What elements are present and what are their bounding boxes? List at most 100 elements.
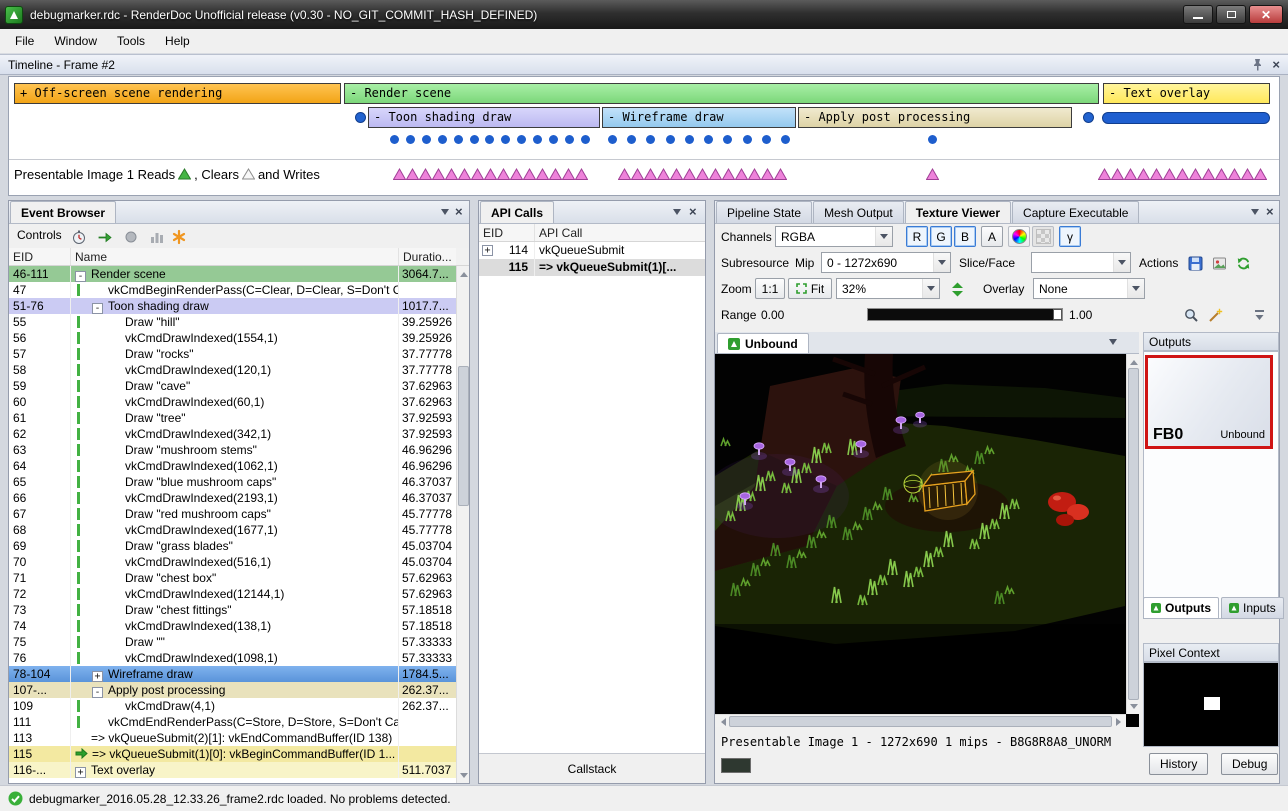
draw-dot[interactable] (438, 135, 447, 144)
table-row[interactable]: 109vkCmdDraw(4,1)262.37... (9, 698, 456, 714)
marker-render-scene[interactable]: - Render scene (344, 83, 1099, 104)
zoom-fit-button[interactable]: Fit (788, 278, 832, 299)
close-button[interactable]: ✕ (1249, 5, 1283, 24)
fb0-thumbnail[interactable]: FB0 Unbound (1145, 355, 1273, 449)
tab-event-browser[interactable]: Event Browser (10, 201, 116, 223)
draw-dot[interactable] (454, 135, 463, 144)
minimize-button[interactable] (1183, 5, 1213, 24)
tab-pipeline-state[interactable]: Pipeline State (716, 201, 812, 223)
table-row[interactable]: 70vkCmdDrawIndexed(516,1)45.03704 (9, 554, 456, 570)
table-row[interactable]: 61Draw "tree"37.92593 (9, 410, 456, 426)
draw-dot[interactable] (355, 112, 366, 123)
channels-dropdown[interactable]: RGBA (775, 226, 893, 247)
table-row[interactable]: 62vkCmdDrawIndexed(342,1)37.92593 (9, 426, 456, 442)
bookmark-circle-icon[interactable] (122, 228, 140, 245)
draw-dot[interactable] (501, 135, 510, 144)
dock-menu-icon[interactable] (673, 209, 681, 219)
table-row[interactable]: 111vkCmdEndRenderPass(C=Store, D=Store, … (9, 714, 456, 730)
table-row[interactable]: 46-111-Render scene3064.7... (9, 266, 456, 282)
texture-list-dropdown-icon[interactable] (1109, 339, 1117, 349)
pin-icon[interactable] (1251, 58, 1264, 71)
usage-triangles-overlay[interactable] (1098, 168, 1267, 181)
save-texture-icon[interactable] (1185, 253, 1205, 273)
draw-dot[interactable] (470, 135, 479, 144)
usage-triangles-toon[interactable] (393, 168, 588, 181)
draw-dot[interactable] (723, 135, 732, 144)
table-row[interactable]: 66vkCmdDrawIndexed(2193,1)46.37037 (9, 490, 456, 506)
texture-image[interactable] (715, 354, 1139, 727)
table-row[interactable]: 60vkCmdDrawIndexed(60,1)37.62963 (9, 394, 456, 410)
draw-dot[interactable] (666, 135, 675, 144)
draw-dot[interactable] (646, 135, 655, 144)
wireframe-draw-dots[interactable] (608, 134, 790, 144)
draw-dot[interactable] (390, 135, 399, 144)
table-row[interactable]: 58vkCmdDrawIndexed(120,1)37.77778 (9, 362, 456, 378)
table-row[interactable]: 59Draw "cave"37.62963 (9, 378, 456, 394)
tab-unbound-texture[interactable]: Unbound (717, 333, 809, 353)
menu-item-file[interactable]: File (5, 30, 44, 52)
debug-button[interactable]: Debug (1221, 753, 1278, 775)
table-row[interactable]: 115=> vkQueueSubmit(1)[... (479, 259, 705, 276)
tab-capture-executable[interactable]: Capture Executable (1012, 201, 1139, 223)
timeline-close-icon[interactable]: × (1272, 57, 1280, 72)
gamma-button[interactable]: γ (1059, 226, 1081, 247)
table-row[interactable]: 113=> vkQueueSubmit(2)[1]: vkEndCommandB… (9, 730, 456, 746)
refresh-icon[interactable] (1233, 253, 1253, 273)
table-row[interactable]: 78-104+Wireframe draw1784.5... (9, 666, 456, 682)
texture-hscrollbar[interactable] (715, 714, 1126, 727)
marker-offscreen[interactable]: + Off-screen scene rendering (14, 83, 341, 104)
timeline-panel[interactable]: + Off-screen scene rendering - Render sc… (8, 76, 1280, 196)
draw-dot[interactable] (781, 135, 790, 144)
table-row[interactable]: 72vkCmdDrawIndexed(12144,1)57.62963 (9, 586, 456, 602)
toon-draw-dots[interactable] (390, 134, 590, 144)
blue-channel-button[interactable]: B (954, 226, 976, 247)
table-row[interactable]: 65Draw "blue mushroom caps"46.37037 (9, 474, 456, 490)
draw-dot[interactable] (608, 135, 617, 144)
post-draw-dots[interactable] (928, 134, 937, 144)
tree-expander[interactable]: + (92, 671, 103, 682)
table-row[interactable]: 116-...+Text overlay511.7037 (9, 762, 456, 778)
checkerboard-background-icon[interactable] (1032, 226, 1054, 247)
table-row[interactable]: 64vkCmdDrawIndexed(1062,1)46.96296 (9, 458, 456, 474)
history-button[interactable]: History (1149, 753, 1208, 775)
scrollbar-thumb[interactable] (1128, 368, 1139, 700)
autofit-wand-icon[interactable] (1205, 305, 1225, 325)
table-row[interactable]: 57Draw "rocks"37.77778 (9, 346, 456, 362)
table-row[interactable]: 107-...-Apply post processing262.37... (9, 682, 456, 698)
tab-inputs[interactable]: Inputs (1221, 597, 1284, 619)
overlay-dropdown[interactable]: None (1033, 278, 1145, 299)
table-row[interactable]: 56vkCmdDrawIndexed(1554,1)39.25926 (9, 330, 456, 346)
draw-dot[interactable] (581, 135, 590, 144)
texture-vscrollbar[interactable] (1126, 354, 1139, 714)
marker-toon[interactable]: - Toon shading draw (368, 107, 600, 128)
red-channel-button[interactable]: R (906, 226, 928, 247)
color-wheel-icon[interactable] (1008, 226, 1030, 247)
draw-dot[interactable] (685, 135, 694, 144)
draw-dot[interactable] (1083, 112, 1094, 123)
scrollbar-thumb[interactable] (729, 716, 1112, 727)
table-row[interactable]: 68vkCmdDrawIndexed(1677,1)45.77778 (9, 522, 456, 538)
tree-expander[interactable]: - (92, 303, 103, 314)
usage-triangles-post[interactable] (926, 168, 939, 181)
table-row[interactable]: 75Draw ""57.33333 (9, 634, 456, 650)
table-row[interactable]: 51-76-Toon shading draw1017.7... (9, 298, 456, 314)
marker-text-overlay[interactable]: - Text overlay (1103, 83, 1270, 104)
event-browser-header[interactable]: EID Name Duratio... (9, 248, 469, 266)
draw-dot[interactable] (485, 135, 494, 144)
table-row[interactable]: 71Draw "chest box"57.62963 (9, 570, 456, 586)
tree-expander[interactable]: - (92, 687, 103, 698)
toolbar-overflow-icon[interactable] (1251, 305, 1267, 325)
dock-close-icon[interactable]: × (1266, 204, 1274, 219)
draw-dot[interactable] (533, 135, 542, 144)
marker-wireframe[interactable]: - Wireframe draw (602, 107, 796, 128)
marker-post[interactable]: - Apply post processing (798, 107, 1072, 128)
flip-y-icon[interactable] (947, 279, 967, 299)
range-slider-thumb[interactable] (1053, 309, 1062, 320)
tab-outputs[interactable]: Outputs (1143, 597, 1219, 619)
green-channel-button[interactable]: G (930, 226, 952, 247)
table-row[interactable]: 76vkCmdDrawIndexed(1098,1)57.33333 (9, 650, 456, 666)
usage-triangles-wireframe[interactable] (618, 168, 787, 181)
scrollbar-thumb[interactable] (458, 366, 469, 506)
mip-dropdown[interactable]: 0 - 1272x690 (821, 252, 951, 273)
dock-close-icon[interactable]: × (689, 204, 697, 219)
